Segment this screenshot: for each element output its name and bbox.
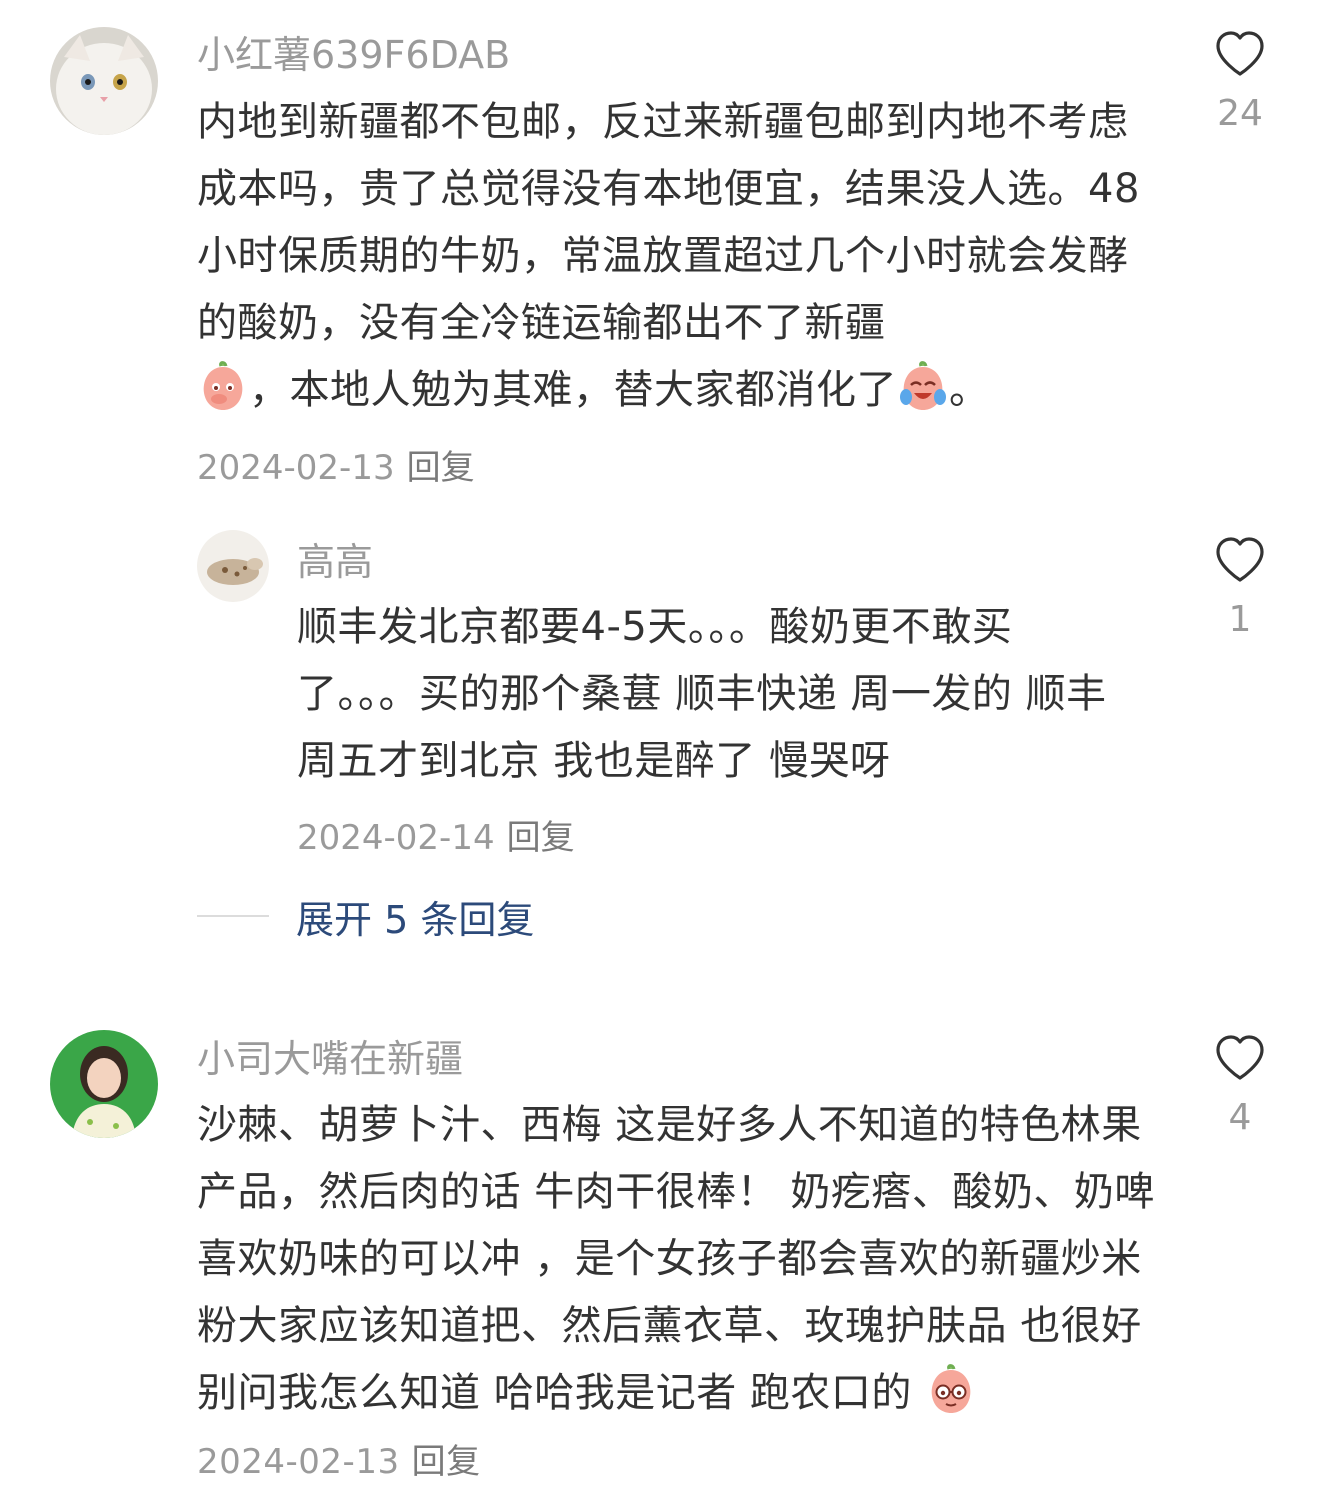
comment-text-part: ，本地人勉为其难，替大家都消化了: [249, 367, 897, 413]
avatar[interactable]: [50, 1030, 158, 1138]
heart-icon: [1216, 1035, 1264, 1080]
like-button[interactable]: 1: [1210, 536, 1270, 642]
comment-text-part: 。: [949, 367, 990, 413]
white-cat-avatar-icon: [50, 27, 158, 135]
comment-item: 小红薯639F6DAB 内地到新疆都不包邮，反过来新疆包邮到内地不考虑成本吗，贵…: [0, 0, 1320, 500]
heart-icon: [1216, 537, 1264, 582]
comment-meta: 2024-02-13 回复: [197, 1442, 481, 1482]
username[interactable]: 小红薯639F6DAB: [197, 29, 510, 81]
girl-green-background-avatar-icon: [50, 1030, 158, 1138]
comment-meta: 2024-02-14 回复: [297, 810, 575, 859]
avatar[interactable]: [50, 27, 158, 135]
comment-text: 沙棘、胡萝卜汁、西梅 这是好多人不知道的特色林果产品，然后肉的话 牛肉干很棒！ …: [197, 1092, 1162, 1496]
peach-glasses-emoji-icon: [925, 1364, 977, 1416]
avatar[interactable]: [197, 530, 269, 602]
like-count: 24: [1217, 93, 1263, 134]
divider: [197, 915, 269, 917]
reply-button[interactable]: 回复: [507, 818, 575, 858]
comment-text: 内地到新疆都不包邮，反过来新疆包邮到内地不考虑成本吗，贵了总觉得没有本地便宜，结…: [197, 89, 1157, 424]
reply-button[interactable]: 回复: [412, 1442, 481, 1482]
heart-icon: [1216, 31, 1264, 76]
reply-button[interactable]: 回复: [407, 448, 475, 488]
comment-date: 2024-02-13: [197, 1442, 400, 1482]
comment-text-part: 内地到新疆都不包邮，反过来新疆包邮到内地不考虑成本吗，贵了总觉得没有本地便宜，结…: [197, 99, 1140, 346]
reply-item: 高高 顺丰发北京都要4-5天。。。酸奶更不敢买了。。。买的那个桑葚 顺丰快递 周…: [0, 500, 1320, 880]
comment-item: 小司大嘴在新疆 沙棘、胡萝卜汁、西梅 这是好多人不知道的特色林果产品，然后肉的话…: [0, 1000, 1320, 1511]
like-button[interactable]: 4: [1210, 1034, 1270, 1140]
comment-text: 顺丰发北京都要4-5天。。。酸奶更不敢买了。。。买的那个桑葚 顺丰快递 周一发的…: [297, 604, 1107, 784]
peach-laughing-tears-emoji-icon: [897, 361, 949, 413]
cat-plush-avatar-icon: [197, 530, 269, 602]
username[interactable]: 小司大嘴在新疆: [197, 1033, 463, 1085]
peach-hand-over-mouth-emoji-icon: [197, 361, 249, 413]
like-count: 4: [1228, 1097, 1252, 1138]
comment-date: 2024-02-13: [197, 448, 395, 488]
expand-replies-row[interactable]: 展开 5 条回复: [197, 890, 534, 942]
comment-date: 2024-02-14: [297, 818, 495, 858]
expand-replies-link[interactable]: 展开 5 条回复: [296, 889, 534, 944]
username[interactable]: 高高: [297, 536, 373, 588]
like-button[interactable]: 24: [1210, 30, 1270, 136]
like-count: 1: [1228, 599, 1252, 640]
comment-meta: 2024-02-13 回复: [197, 440, 475, 489]
comment-text-part: 沙棘、胡萝卜汁、西梅 这是好多人不知道的特色林果产品，然后肉的话 牛肉干很棒！ …: [197, 1102, 1155, 1416]
